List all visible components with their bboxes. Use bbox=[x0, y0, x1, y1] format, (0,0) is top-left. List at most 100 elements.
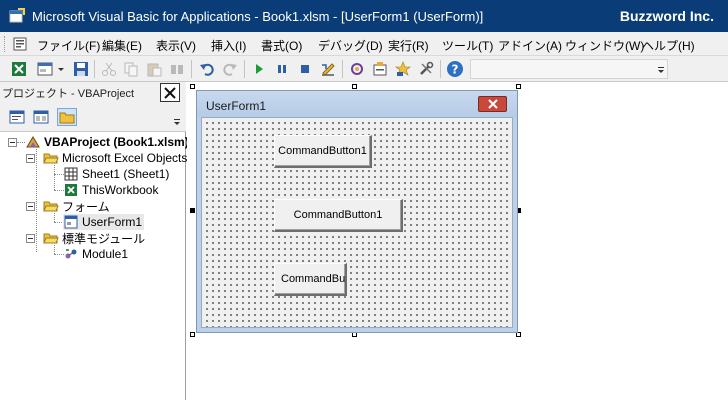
tree-node-excel-objects[interactable]: Microsoft Excel Objects bbox=[43, 150, 187, 166]
module-icon bbox=[63, 246, 79, 262]
insert-userform-icon[interactable] bbox=[36, 60, 54, 78]
view-code-button[interactable] bbox=[7, 108, 27, 126]
userform-designer: UserForm1 CommandButton1 CommandButton1 … bbox=[187, 82, 728, 400]
tree-connector bbox=[36, 149, 37, 252]
thisworkbook-label: ThisWorkbook bbox=[82, 183, 159, 197]
excel-objects-label: Microsoft Excel Objects bbox=[62, 151, 188, 165]
vba-app-icon[interactable] bbox=[9, 8, 25, 24]
save-icon[interactable] bbox=[72, 60, 90, 78]
menu-edit[interactable]: 編集(E) bbox=[102, 37, 142, 54]
toolbar-separator bbox=[244, 60, 245, 78]
reset-icon[interactable] bbox=[296, 60, 314, 78]
module1-label: Module1 bbox=[82, 247, 129, 261]
menu-help[interactable]: ヘルプ(H) bbox=[642, 37, 695, 54]
toolbar-separator bbox=[94, 60, 95, 78]
find-icon[interactable] bbox=[168, 60, 186, 78]
tree-expander-collapse-icon[interactable] bbox=[8, 138, 17, 147]
userform-titlebar[interactable]: UserForm1 bbox=[197, 91, 517, 117]
help-icon[interactable]: ? bbox=[446, 60, 464, 78]
pane-toolbar-overflow-icon[interactable] bbox=[172, 104, 182, 130]
command-button-1[interactable]: CommandButton1 bbox=[274, 135, 372, 168]
menu-file[interactable]: ファイル(F) bbox=[37, 37, 100, 54]
tree-node-module1[interactable]: Module1 bbox=[63, 246, 128, 262]
close-icon bbox=[164, 86, 176, 99]
resize-handle[interactable] bbox=[352, 84, 357, 89]
project-pane-title: プロジェクト - VBAProject bbox=[2, 88, 135, 100]
tree-expander-collapse-icon[interactable] bbox=[26, 202, 35, 211]
view-object-button[interactable] bbox=[31, 108, 51, 126]
toolbox-icon[interactable] bbox=[417, 60, 435, 78]
break-icon[interactable] bbox=[273, 60, 291, 78]
resize-handle[interactable] bbox=[190, 208, 195, 213]
paste-icon[interactable] bbox=[145, 60, 163, 78]
view-object-icon bbox=[33, 110, 49, 124]
toolbar-combo-box[interactable] bbox=[470, 59, 668, 79]
code-window-icon[interactable] bbox=[13, 37, 27, 51]
copy-icon[interactable] bbox=[122, 60, 140, 78]
close-icon bbox=[487, 99, 498, 109]
userform-close-button[interactable] bbox=[478, 96, 507, 112]
redo-icon[interactable] bbox=[221, 60, 239, 78]
folder-icon bbox=[59, 112, 75, 124]
tree-expander-collapse-icon[interactable] bbox=[26, 154, 35, 163]
menu-bar-grip[interactable] bbox=[4, 36, 7, 52]
menu-view[interactable]: 表示(V) bbox=[156, 37, 196, 54]
svg-text:?: ? bbox=[452, 63, 459, 77]
userform1-label: UserForm1 bbox=[82, 215, 143, 229]
tree-connector bbox=[54, 245, 55, 254]
resize-handle[interactable] bbox=[516, 84, 521, 89]
toolbar-separator bbox=[440, 60, 441, 78]
modules-folder-label: 標準モジュール bbox=[62, 231, 146, 246]
menu-tools[interactable]: ツール(T) bbox=[442, 37, 493, 54]
vbaproject-label: VBAProject (Book1.xlsm) bbox=[44, 135, 189, 149]
tree-node-modules-folder[interactable]: 標準モジュール bbox=[43, 230, 145, 246]
menu-addins[interactable]: アドイン(A) bbox=[498, 37, 562, 54]
undo-icon[interactable] bbox=[198, 60, 216, 78]
userform-window[interactable]: UserForm1 CommandButton1 CommandButton1 … bbox=[196, 90, 518, 333]
sheet1-label: Sheet1 (Sheet1) bbox=[82, 167, 170, 181]
excel-view-icon[interactable] bbox=[10, 60, 28, 78]
tree-connector bbox=[54, 213, 55, 222]
tree-node-vbaproject[interactable]: VBAProject (Book1.xlsm) bbox=[25, 134, 189, 150]
tree-expander-collapse-icon[interactable] bbox=[26, 234, 35, 243]
tree-connector bbox=[17, 142, 25, 143]
menu-insert[interactable]: 挿入(I) bbox=[211, 37, 246, 54]
vbaproject-icon bbox=[25, 134, 41, 150]
folder-open-icon bbox=[43, 230, 59, 246]
forms-folder-label: フォーム bbox=[62, 199, 110, 214]
project-explorer-icon[interactable] bbox=[348, 60, 366, 78]
cut-icon[interactable] bbox=[100, 60, 118, 78]
object-browser-icon[interactable] bbox=[394, 60, 412, 78]
toolbar-overflow-icon[interactable] bbox=[657, 63, 665, 75]
brand-label: Buzzword Inc. bbox=[619, 8, 714, 24]
menu-run[interactable]: 実行(R) bbox=[388, 37, 429, 54]
resize-handle[interactable] bbox=[190, 332, 195, 337]
run-icon[interactable] bbox=[250, 60, 268, 78]
toggle-folders-button[interactable] bbox=[57, 108, 77, 126]
command-button-2[interactable]: CommandButton1 bbox=[274, 199, 403, 232]
insert-dropdown-chevron-icon[interactable] bbox=[56, 60, 66, 78]
menu-window[interactable]: ウィンドウ(W) bbox=[565, 37, 644, 54]
project-explorer-pane: プロジェクト - VBAProject VBAProject (Book1.xl… bbox=[0, 82, 189, 400]
tree-connector bbox=[54, 165, 55, 190]
menu-debug[interactable]: デバッグ(D) bbox=[318, 37, 383, 54]
userform-title: UserForm1 bbox=[206, 99, 267, 113]
design-mode-icon[interactable] bbox=[319, 60, 337, 78]
menu-format[interactable]: 書式(O) bbox=[261, 37, 302, 54]
project-tree: VBAProject (Book1.xlsm) Microsoft Excel … bbox=[0, 132, 189, 400]
window-title: Microsoft Visual Basic for Applications … bbox=[32, 9, 484, 24]
project-pane-toolbar bbox=[0, 102, 186, 132]
view-code-icon bbox=[9, 110, 25, 124]
userform-client-area[interactable]: CommandButton1 CommandButton1 CommandBut… bbox=[201, 117, 513, 328]
userform-icon bbox=[63, 214, 79, 230]
tree-node-sheet1[interactable]: Sheet1 (Sheet1) bbox=[63, 166, 169, 182]
properties-icon[interactable] bbox=[371, 60, 389, 78]
project-pane-close-button[interactable] bbox=[160, 83, 180, 102]
tree-node-forms-folder[interactable]: フォーム bbox=[43, 198, 110, 214]
resize-handle[interactable] bbox=[190, 84, 195, 89]
tree-node-userform1[interactable]: UserForm1 bbox=[63, 214, 145, 230]
standard-toolbar: ? bbox=[0, 56, 728, 82]
tree-node-thisworkbook[interactable]: ThisWorkbook bbox=[63, 182, 158, 198]
project-pane-header: プロジェクト - VBAProject bbox=[0, 82, 186, 102]
command-button-3[interactable]: CommandButton1 bbox=[274, 263, 347, 296]
